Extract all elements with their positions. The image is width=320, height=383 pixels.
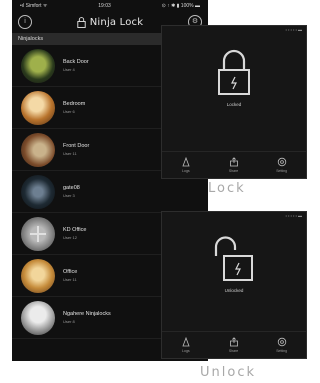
lock-thumbnail [21,174,55,209]
gear-icon [277,157,286,167]
setting-button[interactable]: Setting [276,157,287,173]
panel-footer: Logs Share Setting [162,331,306,358]
share-icon [229,337,238,347]
padlock-open-icon [214,236,253,281]
lock-thumbnail [21,132,55,167]
logs-label: Logs [182,349,190,353]
lock-logo-icon [77,16,86,28]
setting-label: Setting [276,349,288,353]
share-label: Share [228,169,239,173]
lock-thumbnail [21,90,55,125]
logs-button[interactable]: Logs [181,157,191,173]
lock-name: KD Office [63,227,87,233]
lock-caption: Lock [208,181,246,196]
lock-button[interactable]: Locked [162,48,306,107]
gear-icon [277,337,286,347]
lock-name: Office [63,269,78,275]
lock-users: User 12 [63,235,78,240]
plus-icon [30,225,46,242]
lock-thumbnail [21,300,55,335]
share-icon [229,157,238,167]
battery-label: ⊙ ↑ ✱ ▮ 100% ▬ [161,2,200,9]
lock-users: User 3 [63,193,75,198]
logs-icon [182,337,190,347]
app-title: Ninja Lock [77,17,143,28]
unlocked-screen-panel: • • • • • ▬ Unlocked Logs Share Setting [161,211,307,359]
padlock-closed-icon [218,49,250,95]
lock-name: Bedroom [63,101,86,107]
panel-footer: Logs Share Setting [162,151,306,178]
app-title-text: Ninja Lock [89,16,144,28]
lock-thumbnail [21,216,55,251]
lock-name: Front Door [63,143,90,149]
unlock-caption: Unlock [200,365,256,380]
lock-name: gate08 [63,185,80,191]
logs-icon [182,157,190,167]
share-button[interactable]: Share [229,337,239,353]
lock-users: User 6 [63,109,75,114]
share-label: Share [228,349,239,353]
carrier-label: •ıl Simfort ᯤ [20,2,48,9]
panel-status-bar: • • • • • ▬ [285,27,302,32]
unlock-button[interactable]: Unlocked [162,234,306,293]
status-bar: •ıl Simfort ᯤ 19:03 ⊙ ↑ ✱ ▮ 100% ▬ [12,0,208,11]
locked-screen-panel: • • • • • ▬ Locked Logs Share Setting [161,25,307,179]
lock-state-label: Locked [226,102,242,107]
lock-thumbnail [21,258,55,293]
lock-thumbnail [21,48,55,83]
time-label: 19:03 [98,2,111,9]
lock-users: User 8 [63,319,75,324]
info-icon[interactable]: i [18,15,32,29]
lock-users: User 4 [63,67,75,72]
share-button[interactable]: Share [229,157,239,173]
panel-status-bar: • • • • • ▬ [285,213,302,218]
logs-button[interactable]: Logs [181,337,191,353]
logs-label: Logs [182,169,190,173]
setting-label: Setting [276,169,288,173]
lock-users: User 11 [63,277,77,282]
setting-button[interactable]: Setting [276,337,287,353]
lock-name: Ngahere Ninjalocks [63,311,111,317]
lock-users: User 11 [63,151,77,156]
lock-name: Back Door [63,59,89,65]
lock-state-label: Unlocked [224,288,244,293]
